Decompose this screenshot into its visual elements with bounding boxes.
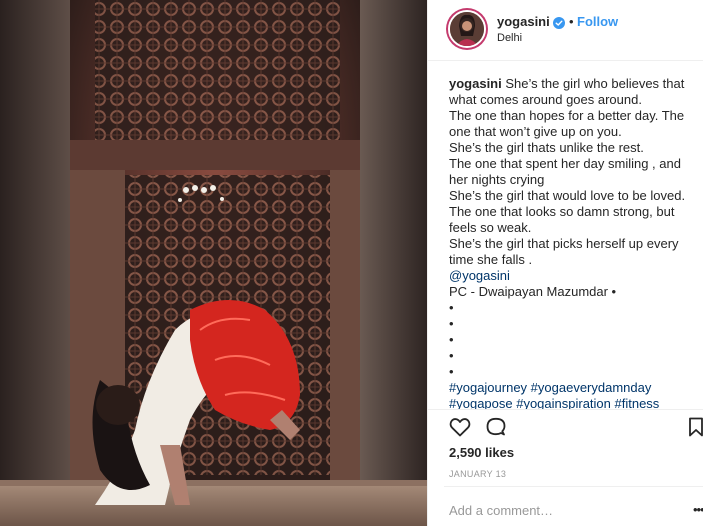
caption-line: The one that spent her day smiling , and… (449, 156, 681, 187)
post-header: yogasini • Follow Delhi (428, 0, 703, 61)
instagram-post: yogasini • Follow Delhi yogasini She’s t… (0, 0, 703, 526)
username-link[interactable]: yogasini (497, 14, 550, 29)
bookmark-icon[interactable] (686, 415, 703, 444)
likes-count[interactable]: 2,590 likes (449, 445, 514, 460)
follow-button[interactable]: Follow (577, 14, 618, 29)
add-comment-input[interactable]: Add a comment… (449, 503, 553, 518)
header-separator: • (569, 14, 574, 29)
hashtag-links[interactable]: #yogapose #yogainspiration #fitness (449, 396, 659, 409)
hashtag-links[interactable]: #yogajourney #yogaeverydamnday (449, 380, 651, 395)
heart-icon[interactable] (448, 415, 472, 444)
caption: yogasini She’s the girl who believes tha… (449, 76, 695, 409)
caption-bullet: • (449, 364, 454, 379)
caption-line: The one than hopes for a better day. The… (449, 108, 685, 139)
caption-bullet: • (449, 300, 454, 315)
comment-icon[interactable] (484, 415, 508, 444)
caption-line: She’s the girl thats unlike the rest. (449, 140, 644, 155)
post-side-panel: yogasini • Follow Delhi yogasini She’s t… (427, 0, 703, 526)
post-date[interactable]: JANUARY 13 (449, 469, 506, 479)
caption-line: She’s the girl that picks herself up eve… (449, 236, 679, 267)
avatar-image (448, 10, 486, 48)
caption-line: She’s the girl that would love to be lov… (449, 188, 686, 235)
location-link[interactable]: Delhi (497, 32, 522, 44)
divider (444, 486, 703, 487)
photo-credit: PC - Dwaipayan Mazumdar • (449, 284, 617, 299)
caption-bullet: • (449, 332, 454, 347)
mention-link[interactable]: @yogasini (449, 268, 510, 283)
caption-username[interactable]: yogasini (449, 76, 502, 91)
divider (428, 409, 703, 410)
post-photo[interactable] (0, 0, 427, 526)
caption-bullet: • (449, 348, 454, 363)
caption-first-line: yogasini She’s the girl who believes tha… (449, 76, 695, 108)
more-options-button[interactable]: ••• (693, 502, 703, 517)
post-photo-illustration (0, 0, 427, 526)
avatar[interactable] (446, 8, 488, 50)
verified-badge-icon (553, 16, 565, 29)
caption-bullet: • (449, 316, 454, 331)
